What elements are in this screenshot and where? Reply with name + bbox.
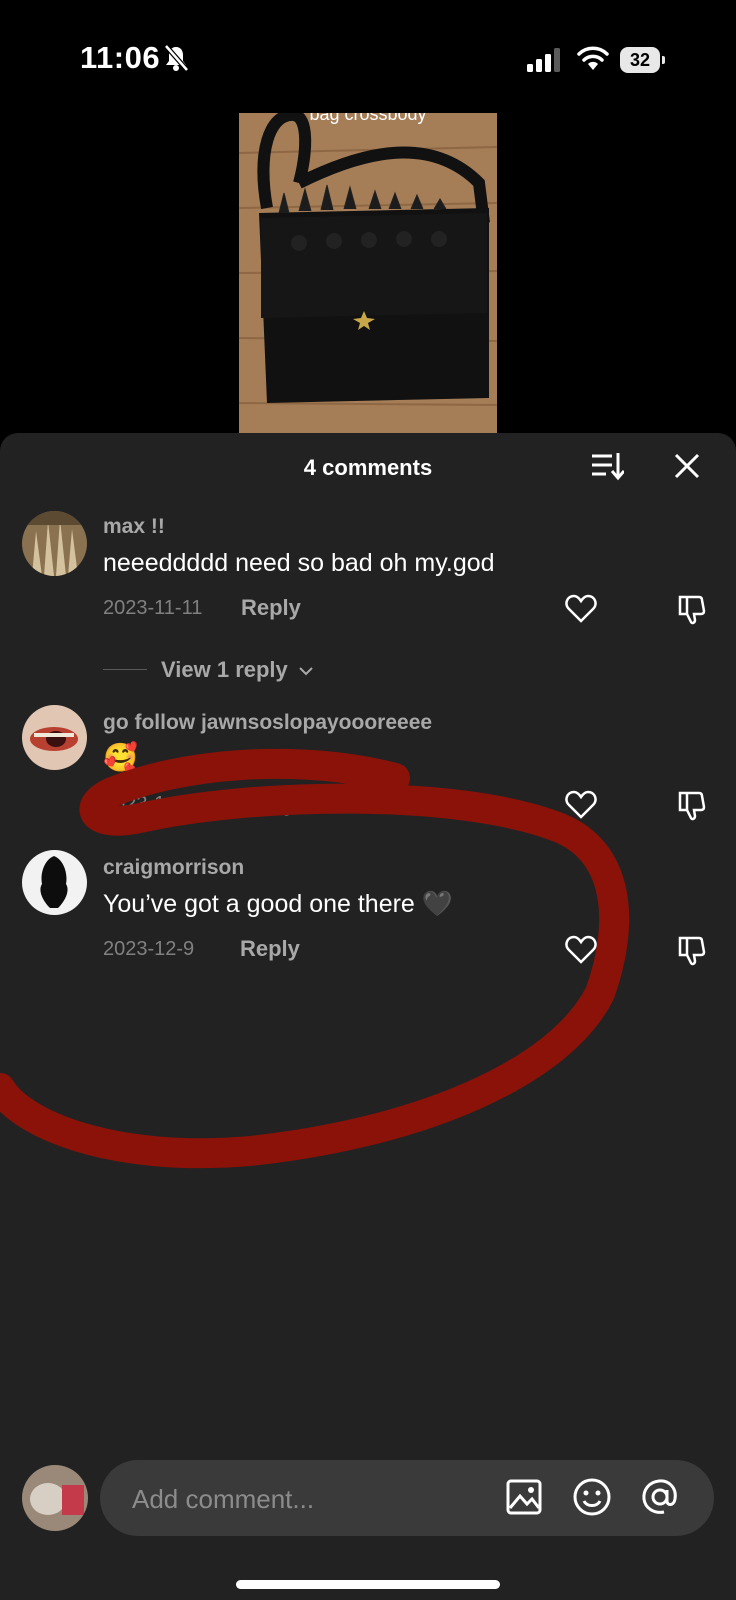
divider	[103, 669, 147, 670]
battery-level: 32	[620, 47, 660, 73]
cellular-signal-icon	[527, 48, 560, 72]
view-replies-text: View 1 reply	[161, 657, 288, 682]
comment-text: You’ve got a good one there 🖤	[103, 890, 453, 918]
wifi-icon	[577, 46, 609, 70]
reply-button[interactable]: Reply	[240, 936, 300, 962]
emoji-icon[interactable]	[572, 1477, 612, 1517]
chevron-down-icon	[299, 667, 313, 676]
video-caption: bag crossbody	[309, 113, 427, 124]
comment-username[interactable]: craigmorrison	[103, 856, 244, 880]
heart-icon[interactable]	[565, 593, 597, 623]
dislike-icon[interactable]	[677, 593, 707, 625]
mention-icon[interactable]	[640, 1477, 680, 1517]
avatar[interactable]	[22, 850, 87, 915]
reply-button[interactable]: Reply	[236, 791, 296, 817]
status-time: 11:06	[80, 40, 161, 75]
comment-input-box	[100, 1460, 714, 1538]
comment-username[interactable]: go follow jawnsoslopayoooreeee	[103, 711, 432, 735]
comment-text: 🥰	[103, 742, 138, 773]
comment-composer	[0, 1460, 736, 1560]
dislike-icon[interactable]	[677, 934, 707, 966]
heart-icon[interactable]	[565, 934, 597, 964]
status-bar: 11:06 32	[0, 0, 736, 110]
home-indicator	[236, 1580, 500, 1589]
heart-icon[interactable]	[565, 789, 597, 819]
comments-count-title: 4 comments	[303, 455, 433, 480]
image-icon[interactable]	[505, 1478, 543, 1516]
avatar[interactable]	[22, 511, 87, 576]
avatar[interactable]	[22, 705, 87, 770]
comment-date: 2023-1	[103, 793, 166, 815]
sort-icon[interactable]	[590, 451, 624, 481]
bag-image	[239, 113, 497, 433]
comment-item: go follow jawnsoslopayoooreeee 🥰 2023-1 …	[0, 705, 736, 845]
close-icon[interactable]	[674, 453, 700, 479]
battery-indicator: 32	[620, 47, 666, 73]
bell-muted-icon	[164, 44, 188, 72]
reply-button[interactable]: Reply	[241, 595, 301, 621]
comment-text: neeeddddd need so bad oh my.god	[103, 549, 495, 577]
dislike-icon[interactable]	[677, 789, 707, 821]
my-avatar[interactable]	[22, 1465, 88, 1531]
comments-sheet: 4 comments max !! neeeddddd need so bad …	[0, 433, 736, 1600]
comment-item: craigmorrison You’ve got a good one ther…	[0, 850, 736, 990]
comment-input[interactable]	[130, 1460, 504, 1538]
comment-username[interactable]: max !!	[103, 515, 165, 539]
view-replies-label[interactable]: View 1 reply	[161, 657, 314, 683]
comment-date: 2023-11-11	[103, 597, 203, 619]
video-thumbnail[interactable]: bag crossbody	[239, 113, 497, 433]
comment-date: 2023-12-9	[103, 938, 195, 960]
